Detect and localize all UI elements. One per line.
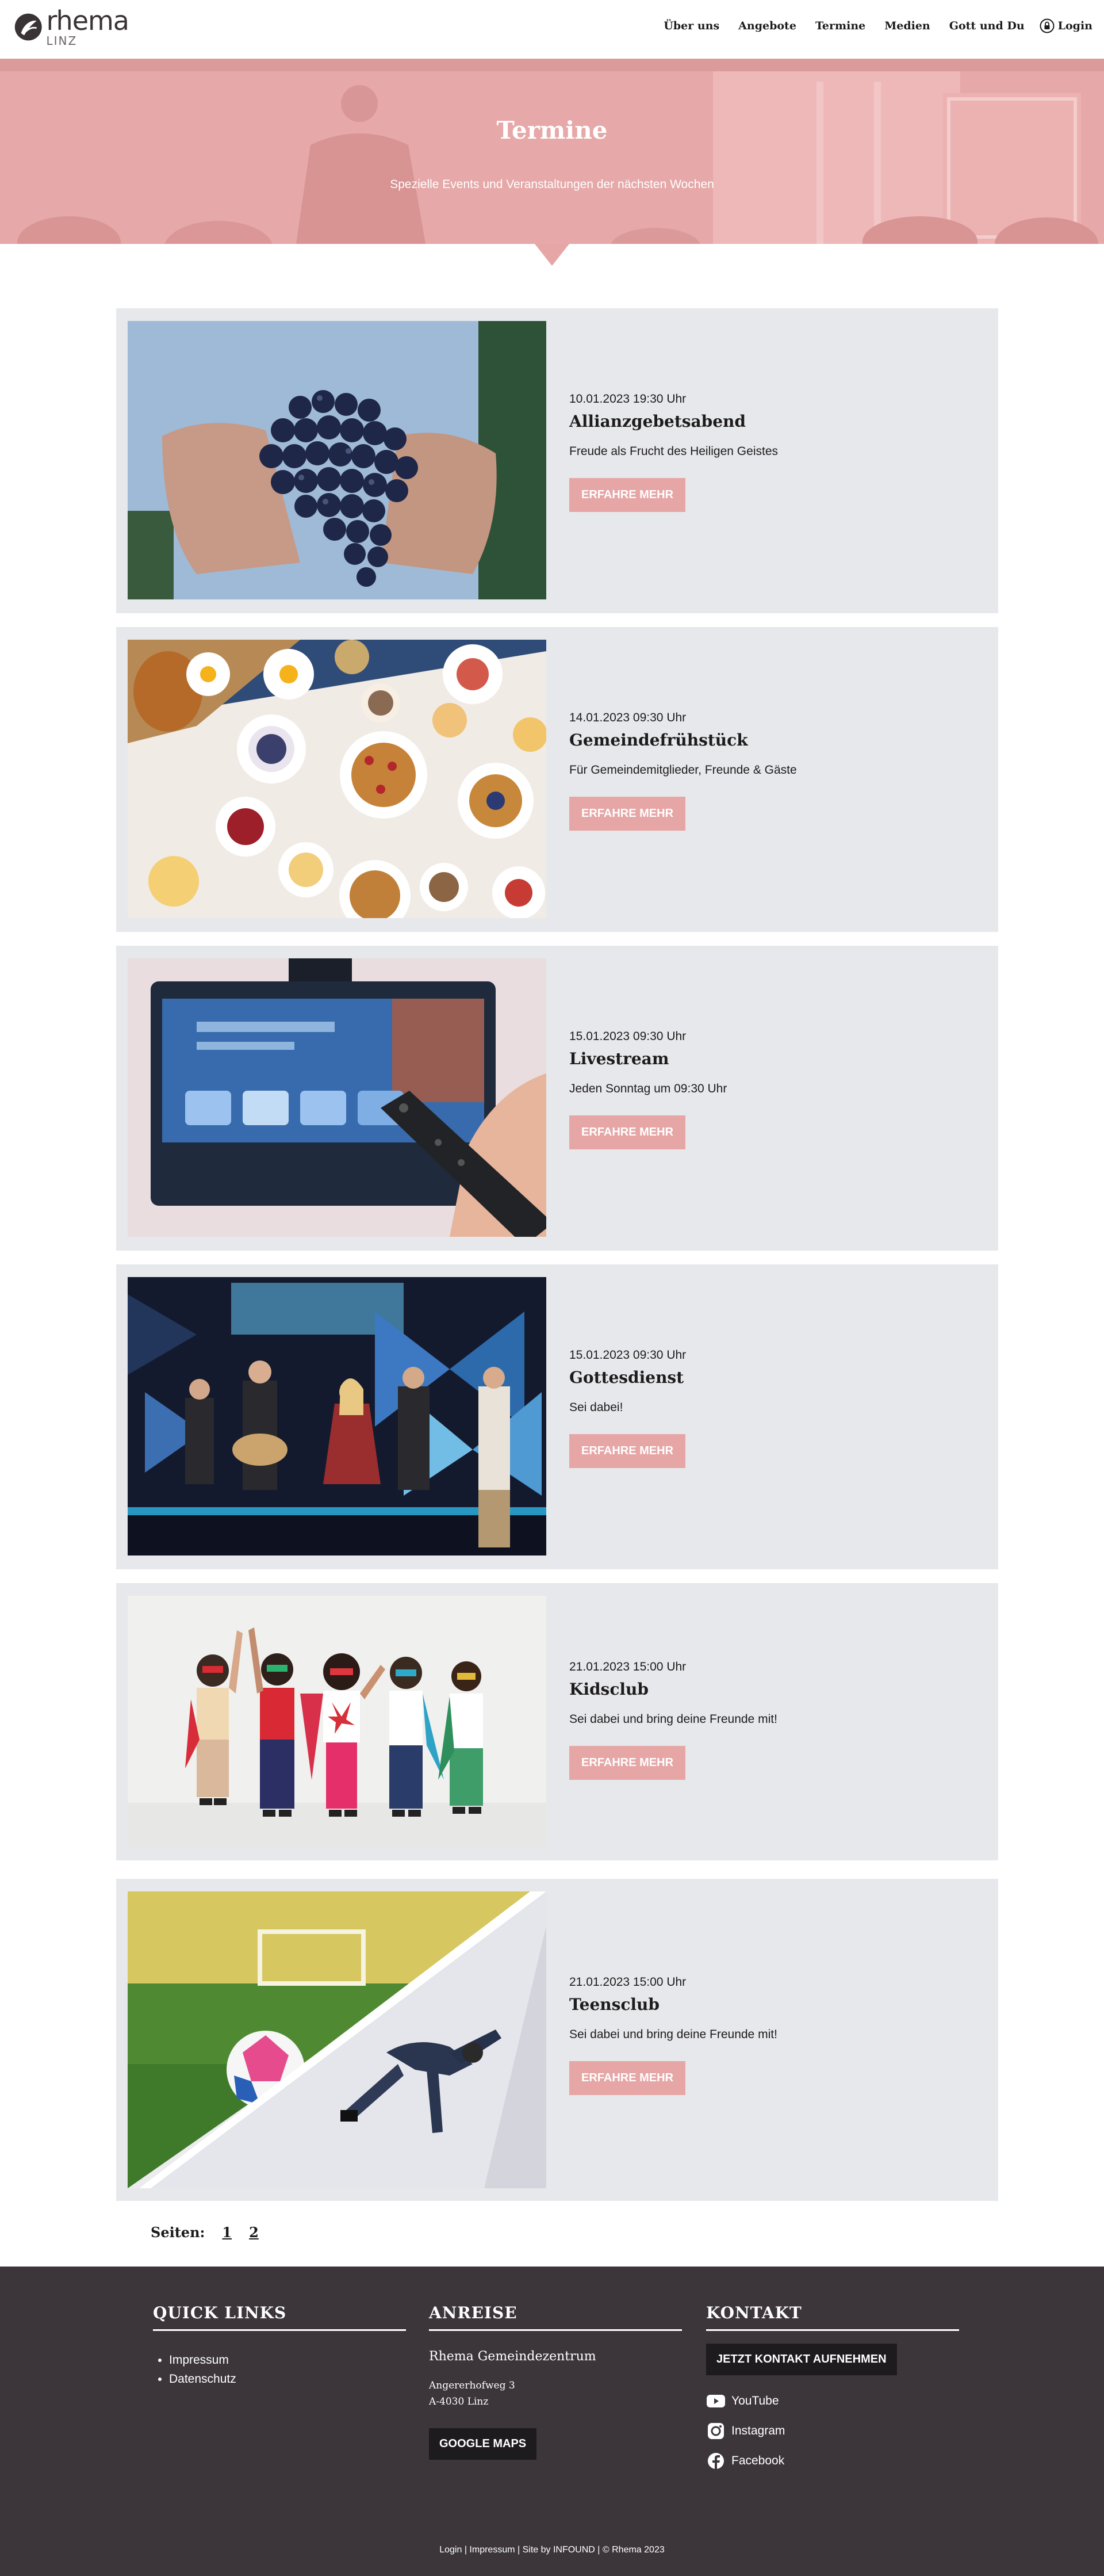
- facebook-icon: [708, 2453, 724, 2469]
- footer-heading: QUICK LINKS: [153, 2303, 406, 2331]
- event-date: 15.01.2023 09:30 Uhr: [569, 1030, 687, 1043]
- event-details: 15.01.2023 09:30 Uhr Livestream Jeden So…: [569, 946, 972, 1251]
- nav-item-angebote[interactable]: Angebote: [738, 20, 796, 32]
- page-subtitle: Spezielle Events und Veranstaltungen der…: [390, 178, 714, 191]
- event-details: 14.01.2023 09:30 Uhr Gemeindefrühstück F…: [569, 627, 972, 932]
- instagram-icon: [708, 2423, 724, 2439]
- social-label: Facebook: [731, 2454, 785, 2467]
- event-description: Sei dabei und bring deine Freunde mit!: [569, 2028, 777, 2041]
- hero-background-image: [0, 59, 1104, 244]
- soccer-breakdance-image: [128, 1891, 546, 2188]
- event-card-allianzgebetsabend: 10.01.2023 19:30 Uhr Allianzgebetsabend …: [116, 308, 998, 613]
- read-more-button[interactable]: ERFAHRE MEHR: [569, 1746, 686, 1780]
- social-link-instagram[interactable]: Instagram: [706, 2422, 959, 2440]
- footer-link-datenschutz[interactable]: Datenschutz: [169, 2369, 406, 2388]
- event-description: Sei dabei und bring deine Freunde mit!: [569, 1713, 777, 1726]
- event-image-kidsclub[interactable]: [128, 1596, 546, 1847]
- footer-heading: KONTAKT: [706, 2303, 959, 2331]
- breakfast-image: [128, 640, 546, 918]
- event-date: 21.01.2023 15:00 Uhr: [569, 1660, 687, 1673]
- site-footer: QUICK LINKS Impressum Datenschutz ANREIS…: [0, 2267, 1104, 2576]
- event-image-teensclub[interactable]: [128, 1891, 546, 2188]
- address: Angererhofweg 3 A-4030 Linz: [429, 2378, 682, 2410]
- kids-superheroes-image: [128, 1596, 546, 1847]
- event-details: 21.01.2023 15:00 Uhr Teensclub Sei dabei…: [569, 1879, 972, 2201]
- location-name: Rhema Gemeindezentrum: [429, 2349, 596, 2364]
- footer-heading: ANREISE: [429, 2303, 682, 2331]
- grapes-image: [128, 321, 546, 599]
- event-image-livestream[interactable]: [128, 958, 546, 1237]
- event-details: 15.01.2023 09:30 Uhr Gottesdienst Sei da…: [569, 1264, 972, 1569]
- nav-item-gott-und-du[interactable]: Gott und Du: [949, 20, 1025, 32]
- event-title: Gemeindefrühstück: [569, 731, 748, 750]
- event-list: 10.01.2023 19:30 Uhr Allianzgebetsabend …: [116, 308, 998, 2215]
- event-description: Freude als Frucht des Heiligen Geistes: [569, 445, 778, 458]
- event-image-gottesdienst[interactable]: [128, 1277, 546, 1555]
- event-card-livestream: 15.01.2023 09:30 Uhr Livestream Jeden So…: [116, 946, 998, 1251]
- page-link-2[interactable]: 2: [249, 2224, 259, 2241]
- page-link-1[interactable]: 1: [222, 2224, 232, 2241]
- event-date: 21.01.2023 15:00 Uhr: [569, 1975, 687, 1989]
- event-card-teensclub: 21.01.2023 15:00 Uhr Teensclub Sei dabei…: [116, 1879, 998, 2201]
- lock-icon: [1040, 18, 1055, 33]
- event-card-gottesdienst: 15.01.2023 09:30 Uhr Gottesdienst Sei da…: [116, 1264, 998, 1569]
- pagination-label: Seiten:: [151, 2224, 205, 2241]
- nav-item-medien[interactable]: Medien: [884, 20, 930, 32]
- event-title: Kidsclub: [569, 1680, 649, 1699]
- event-description: Für Gemeindemitglieder, Freunde & Gäste: [569, 763, 797, 777]
- rhema-logo-icon: [14, 13, 42, 41]
- read-more-button[interactable]: ERFAHRE MEHR: [569, 1434, 686, 1468]
- event-title: Gottesdienst: [569, 1368, 684, 1387]
- social-label: Instagram: [731, 2424, 785, 2437]
- social-link-youtube[interactable]: YouTube: [706, 2392, 959, 2410]
- login-label: Login: [1057, 20, 1092, 32]
- event-date: 15.01.2023 09:30 Uhr: [569, 1348, 687, 1362]
- event-date: 10.01.2023 19:30 Uhr: [569, 392, 687, 406]
- read-more-button[interactable]: ERFAHRE MEHR: [569, 797, 686, 831]
- footer-bottom-links[interactable]: Login | Impressum | Site by INFOUND | © …: [0, 2545, 1104, 2555]
- read-more-button[interactable]: ERFAHRE MEHR: [569, 1115, 686, 1149]
- nav-item-ueber-uns[interactable]: Über uns: [664, 20, 719, 32]
- read-more-button[interactable]: ERFAHRE MEHR: [569, 478, 686, 512]
- hero-banner: Termine Spezielle Events und Veranstaltu…: [0, 59, 1104, 244]
- event-image-grapes[interactable]: [128, 321, 546, 599]
- event-card-gemeindefruehstueck: 14.01.2023 09:30 Uhr Gemeindefrühstück F…: [116, 627, 998, 932]
- event-description: Sei dabei!: [569, 1401, 623, 1414]
- footer-anreise: ANREISE Rhema Gemeindezentrum Angererhof…: [429, 2303, 682, 2460]
- login-link[interactable]: Login: [1040, 18, 1092, 33]
- event-title: Allianzgebetsabend: [569, 412, 746, 431]
- logo-word: rhema: [46, 5, 129, 36]
- footer-link-impressum[interactable]: Impressum: [169, 2350, 406, 2369]
- footer-quicklinks: QUICK LINKS Impressum Datenschutz: [153, 2303, 406, 2388]
- google-maps-button[interactable]: GOOGLE MAPS: [429, 2428, 537, 2460]
- event-card-kidsclub: 21.01.2023 15:00 Uhr Kidsclub Sei dabei …: [116, 1583, 998, 1860]
- event-details: 21.01.2023 15:00 Uhr Kidsclub Sei dabei …: [569, 1583, 972, 1860]
- event-date: 14.01.2023 09:30 Uhr: [569, 711, 687, 724]
- social-label: YouTube: [731, 2394, 779, 2407]
- read-more-button[interactable]: ERFAHRE MEHR: [569, 2061, 686, 2095]
- tv-remote-image: [128, 958, 546, 1237]
- contact-button[interactable]: JETZT KONTAKT AUFNEHMEN: [706, 2344, 897, 2375]
- site-header: rhema LINZ Über uns Angebote Termine Med…: [0, 0, 1104, 59]
- main-nav: Über uns Angebote Termine Medien Gott un…: [645, 17, 1092, 35]
- address-street: Angererhofweg 3: [429, 2380, 515, 2391]
- social-link-facebook[interactable]: Facebook: [706, 2452, 959, 2470]
- event-title: Livestream: [569, 1049, 669, 1068]
- youtube-icon: [707, 2395, 725, 2407]
- nav-item-termine[interactable]: Termine: [815, 20, 865, 32]
- logo-subtitle: LINZ: [46, 34, 78, 48]
- site-logo[interactable]: rhema LINZ: [14, 7, 129, 47]
- hero-arrow-decoration: [535, 244, 569, 266]
- footer-kontakt: KONTAKT JETZT KONTAKT AUFNEHMEN YouTube …: [706, 2303, 959, 2470]
- worship-band-image: [128, 1277, 546, 1555]
- page-title: Termine: [496, 116, 608, 144]
- address-city: A-4030 Linz: [429, 2396, 489, 2407]
- quicklinks-list: Impressum Datenschutz: [169, 2350, 406, 2388]
- event-title: Teensclub: [569, 1995, 660, 2014]
- event-description: Jeden Sonntag um 09:30 Uhr: [569, 1082, 727, 1095]
- event-details: 10.01.2023 19:30 Uhr Allianzgebetsabend …: [569, 308, 972, 613]
- pagination: Seiten: 1 2: [151, 2224, 259, 2241]
- event-image-breakfast[interactable]: [128, 640, 546, 918]
